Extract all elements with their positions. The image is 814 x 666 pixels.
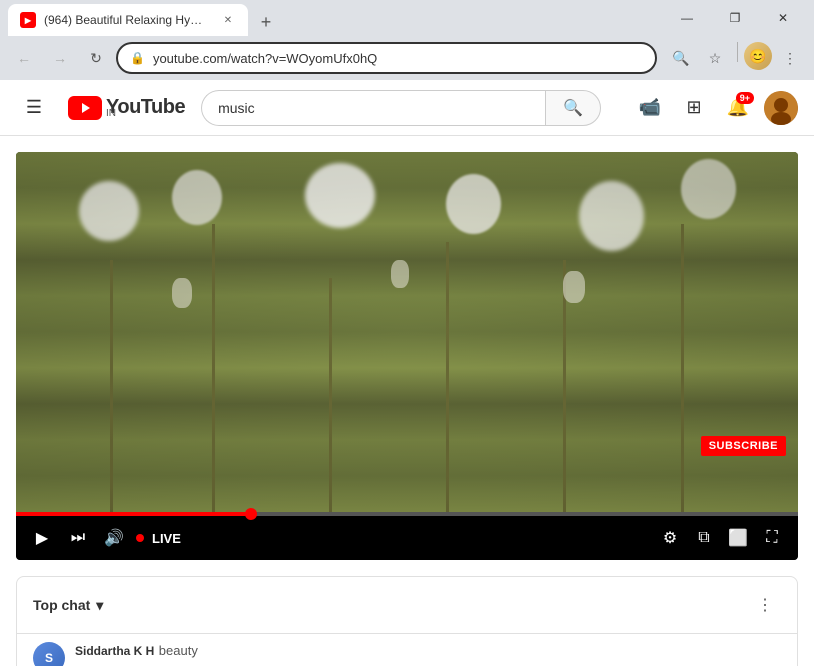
- chat-message: S Siddartha K H beauty: [17, 634, 797, 666]
- progress-dot: [245, 508, 257, 520]
- fullscreen-button[interactable]: ⛶: [758, 524, 786, 552]
- chat-section: Top chat ▾ ⋮ S Siddartha K H beauty: [16, 576, 798, 666]
- close-button[interactable]: ✕: [760, 2, 806, 34]
- apps-button[interactable]: ⊞: [676, 90, 712, 126]
- video-controls: ▶ ⏭ 🔊 LIVE ⚙ ⧉ ⬜ ⛶: [16, 516, 798, 560]
- play-button[interactable]: ▶: [28, 524, 56, 552]
- back-button[interactable]: ←: [8, 42, 40, 74]
- volume-button[interactable]: 🔊: [100, 524, 128, 552]
- browser-more-button[interactable]: ⋮: [774, 42, 806, 74]
- window-controls: — ❐ ✕: [664, 2, 806, 34]
- notification-button[interactable]: 🔔 9+: [720, 90, 756, 126]
- active-tab[interactable]: ▶ (964) Beautiful Relaxing Hymns... ✕: [8, 4, 248, 36]
- chat-header: Top chat ▾ ⋮: [17, 577, 797, 634]
- lock-icon: 🔒: [130, 51, 145, 65]
- title-bar: ▶ (964) Beautiful Relaxing Hymns... ✕ + …: [0, 0, 814, 36]
- forward-button[interactable]: →: [44, 42, 76, 74]
- address-bar[interactable]: 🔒 youtube.com/watch?v=WOyomUfx0hQ: [116, 42, 657, 74]
- youtube-header: ☰ YouTube IN 🔍 📹 ⊞ 🔔 9+: [0, 80, 814, 136]
- minimize-button[interactable]: —: [664, 2, 710, 34]
- tab-close-button[interactable]: ✕: [220, 12, 236, 28]
- theater-button[interactable]: ⬜: [724, 524, 752, 552]
- separator: [737, 42, 738, 62]
- browser-actions: 🔍 ☆ 😊 ⋮: [665, 42, 806, 74]
- video-progress[interactable]: [16, 512, 798, 516]
- chat-more-button[interactable]: ⋮: [749, 589, 781, 621]
- tab-area: ▶ (964) Beautiful Relaxing Hymns... ✕ +: [8, 0, 652, 36]
- header-actions: 📹 ⊞ 🔔 9+: [632, 90, 798, 126]
- address-text: youtube.com/watch?v=WOyomUfx0hQ: [153, 51, 643, 66]
- browser-profile-button[interactable]: 😊: [744, 42, 772, 70]
- youtube-logo-icon: [68, 96, 102, 120]
- upload-button[interactable]: 📹: [632, 90, 668, 126]
- search-button[interactable]: 🔍: [545, 90, 601, 126]
- chat-content: Siddartha K H beauty: [75, 642, 781, 660]
- search-area: 🔍: [201, 90, 601, 126]
- new-tab-button[interactable]: +: [252, 8, 280, 36]
- settings-button[interactable]: ⚙: [656, 524, 684, 552]
- tab-favicon: ▶: [20, 12, 36, 28]
- youtube-logo-country: IN: [106, 109, 185, 119]
- bookmark-button[interactable]: ☆: [699, 42, 731, 74]
- progress-fill: [16, 512, 251, 516]
- chat-title-text: Top chat: [33, 597, 90, 613]
- video-thumbnail: SUBSCRIBE: [16, 152, 798, 512]
- chat-dropdown-icon: ▾: [96, 597, 103, 614]
- tab-title: (964) Beautiful Relaxing Hymns...: [44, 13, 212, 27]
- right-controls: ⚙ ⧉ ⬜ ⛶: [656, 524, 786, 552]
- video-container[interactable]: SUBSCRIBE ▶ ⏭ 🔊 LIVE ⚙ ⧉ ⬜ ⛶: [16, 152, 798, 560]
- address-bar-row: ← → ↻ 🔒 youtube.com/watch?v=WOyomUfx0hQ …: [0, 36, 814, 80]
- refresh-button[interactable]: ↻: [80, 42, 112, 74]
- subscribe-overlay-button[interactable]: SUBSCRIBE: [701, 436, 786, 456]
- next-button[interactable]: ⏭: [64, 524, 92, 552]
- menu-button[interactable]: ☰: [16, 90, 52, 126]
- page-content: ☰ YouTube IN 🔍 📹 ⊞ 🔔 9+: [0, 80, 814, 666]
- chat-username: Siddartha K H: [75, 644, 154, 658]
- live-label: LIVE: [152, 531, 181, 546]
- chat-title[interactable]: Top chat ▾: [33, 597, 103, 614]
- miniplayer-button[interactable]: ⧉: [690, 524, 718, 552]
- user-avatar[interactable]: [764, 91, 798, 125]
- youtube-logo[interactable]: YouTube IN: [68, 96, 185, 120]
- chat-avatar: S: [33, 642, 65, 666]
- notification-badge: 9+: [736, 92, 754, 104]
- search-input[interactable]: [201, 90, 545, 126]
- live-dot: [136, 534, 144, 542]
- restore-button[interactable]: ❐: [712, 2, 758, 34]
- chat-message-text: beauty: [159, 643, 198, 658]
- browser-search-button[interactable]: 🔍: [665, 42, 697, 74]
